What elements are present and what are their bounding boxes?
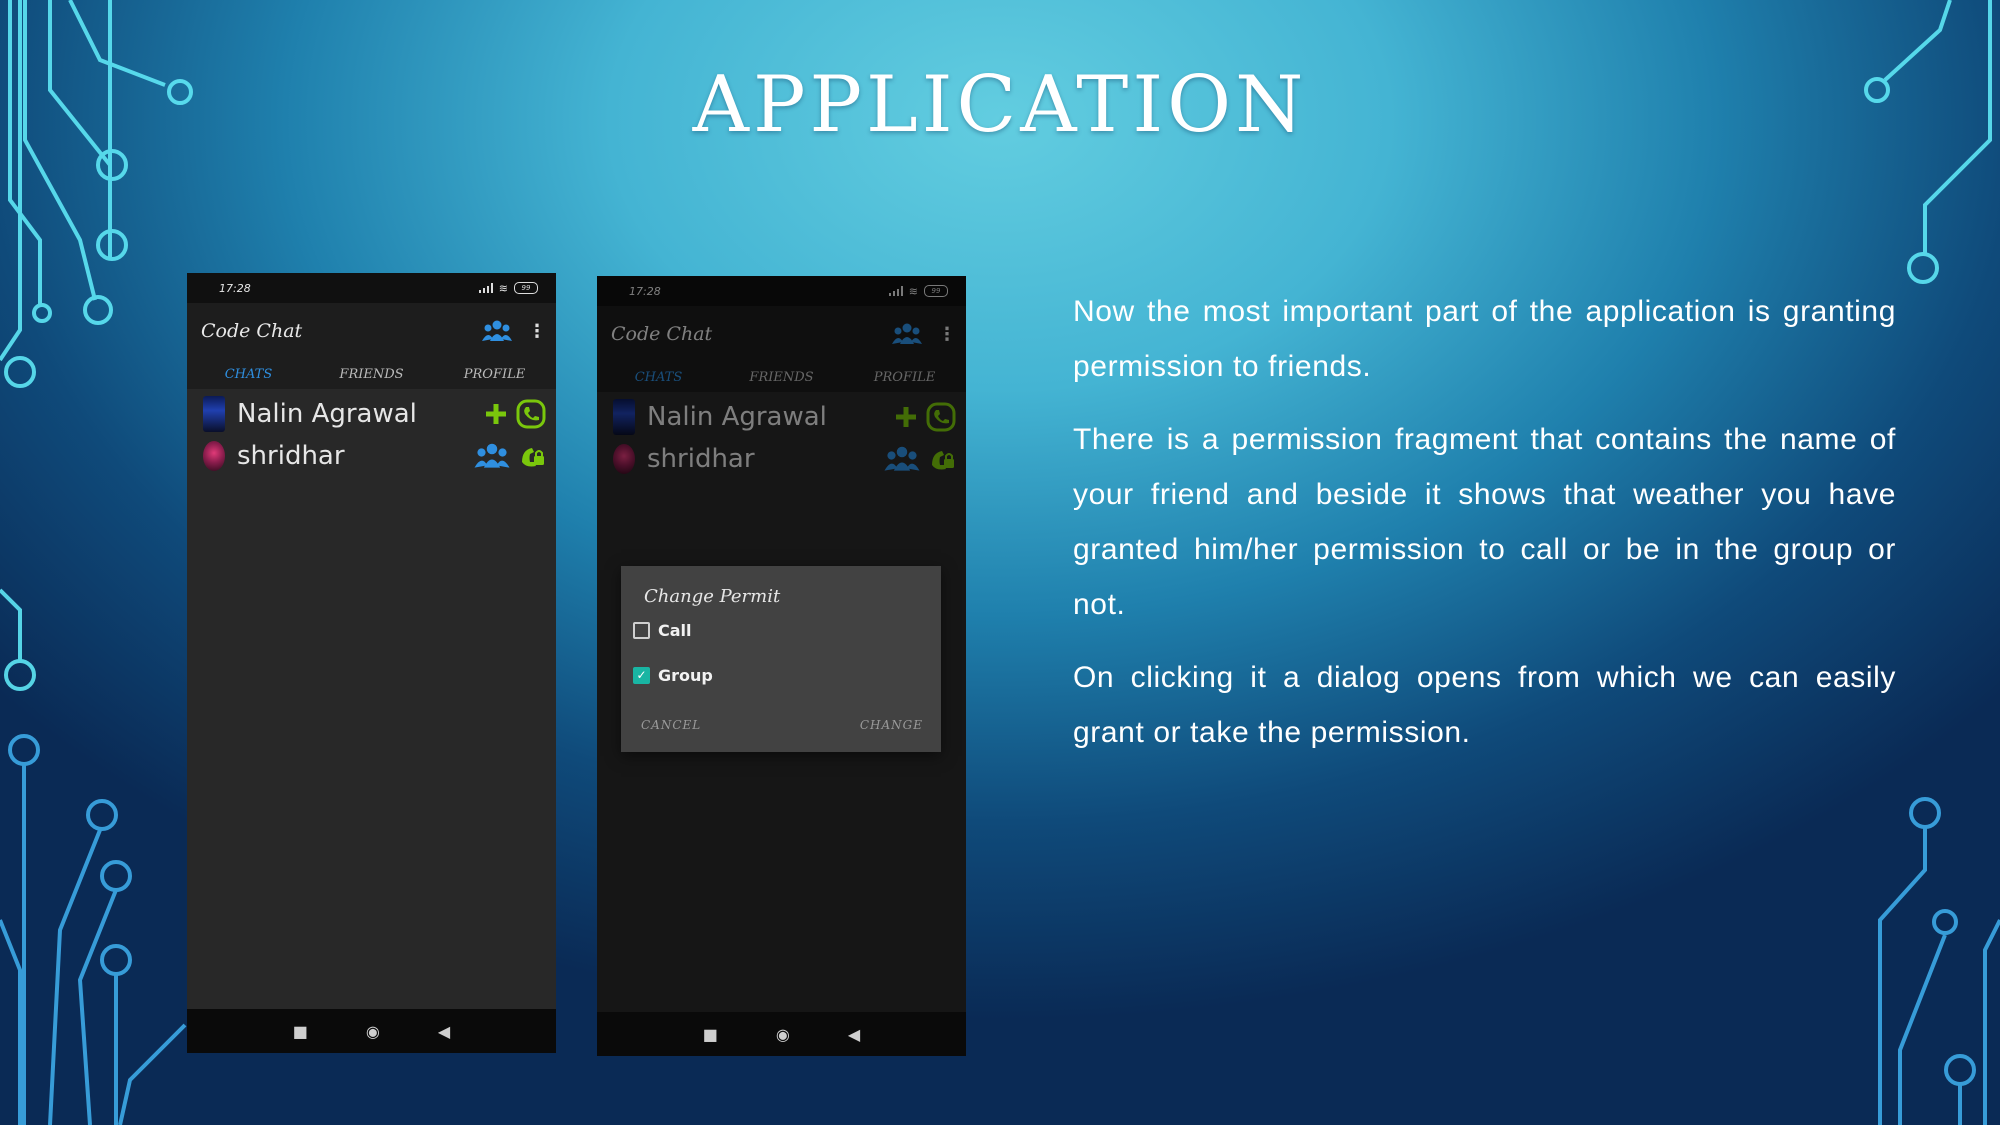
description-paragraph: On clicking it a dialog opens from which… (1073, 661, 1896, 749)
tab-profile[interactable]: PROFILE (433, 367, 556, 382)
call-checkbox-option[interactable]: Call (633, 621, 692, 640)
back-nav-button[interactable]: ◀ (848, 1025, 860, 1044)
overflow-menu-icon[interactable]: ⋮ (528, 321, 546, 342)
group-icon[interactable] (482, 319, 512, 343)
home-nav-button[interactable]: ◉ (366, 1022, 380, 1041)
phone-locked-icon[interactable] (518, 442, 546, 470)
slide-title: APPLICATION (692, 60, 1308, 150)
group-checkbox-option[interactable]: ✓ Group (633, 666, 713, 685)
description-text: Now the most important part of the appli… (1073, 284, 1896, 778)
change-permit-dialog: Change Permit Call ✓ Group CANCEL CHANGE (621, 566, 941, 752)
contact-row[interactable]: Nalin Agrawal (187, 393, 556, 435)
tab-chats[interactable]: CHATS (187, 367, 310, 382)
description-paragraph: There is a permission fragment that cont… (1073, 423, 1896, 621)
contact-name: Nalin Agrawal (237, 399, 417, 429)
phone-permitted-icon[interactable] (516, 399, 546, 429)
recents-nav-button[interactable]: ■ (293, 1022, 308, 1041)
home-nav-button[interactable]: ◉ (776, 1025, 790, 1044)
contact-row[interactable]: shridhar (187, 435, 556, 477)
battery-icon: 99 (514, 282, 538, 294)
app-bar: Code Chat ⋮ (187, 303, 556, 359)
plus-icon[interactable] (484, 402, 508, 426)
dialog-title: Change Permit (644, 586, 781, 607)
cancel-button[interactable]: CANCEL (641, 718, 701, 732)
call-label: Call (658, 621, 692, 640)
phone-screenshot-dialog: 17:28 ≋ 99 Code Chat ⋮ CHATS FRIENDS PRO… (597, 276, 966, 1056)
tab-bar: CHATS FRIENDS PROFILE (187, 359, 556, 389)
signal-icon (478, 283, 493, 293)
status-bar: 17:28 ≋ 99 (187, 273, 556, 303)
change-button[interactable]: CHANGE (860, 718, 923, 732)
phone-screenshot-chats: 17:28 ≋ 99 Code Chat ⋮ CHATS FRIENDS PRO… (187, 273, 556, 1053)
system-nav-bar: ■ ◉ ◀ (597, 1012, 966, 1056)
group-label: Group (658, 666, 713, 685)
recents-nav-button[interactable]: ■ (703, 1025, 718, 1044)
avatar (203, 441, 225, 471)
system-nav-bar: ■ ◉ ◀ (187, 1009, 556, 1053)
group-checkbox[interactable]: ✓ (633, 667, 650, 684)
tab-friends[interactable]: FRIENDS (310, 367, 433, 382)
call-checkbox[interactable] (633, 622, 650, 639)
group-icon[interactable] (474, 442, 510, 470)
avatar (203, 396, 225, 432)
contact-name: shridhar (237, 441, 345, 471)
back-nav-button[interactable]: ◀ (438, 1022, 450, 1041)
wifi-icon: ≋ (498, 281, 508, 295)
description-paragraph: Now the most important part of the appli… (1073, 295, 1896, 383)
app-title: Code Chat (201, 320, 303, 342)
status-time: 17:28 (219, 281, 251, 295)
